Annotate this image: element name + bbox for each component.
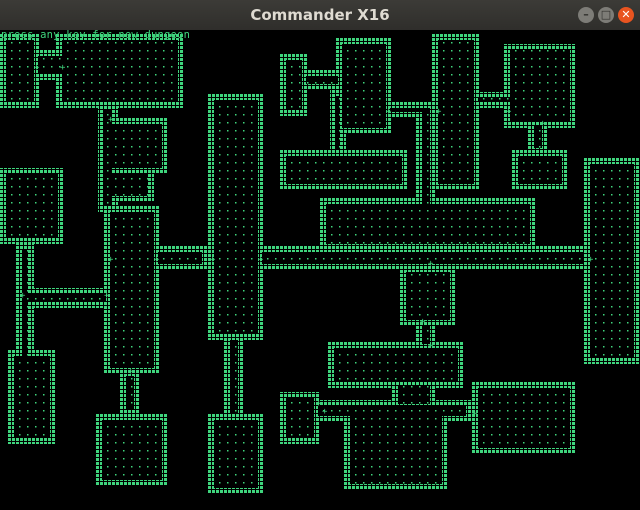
floor-tile [334, 348, 458, 382]
door-tile: + [154, 255, 160, 265]
dungeon-rooms [0, 34, 640, 494]
floor-tile [326, 204, 530, 244]
door-tile: + [60, 63, 66, 73]
status-message: press any key for new dungeon [1, 29, 191, 41]
floor-tile [286, 398, 314, 438]
floor-tile [390, 108, 426, 112]
floor-tile [22, 294, 106, 302]
door-tile: + [428, 341, 434, 351]
door-tile: + [386, 107, 392, 117]
door-tile: + [540, 119, 546, 129]
door-tile: + [588, 255, 594, 265]
door-tile: + [20, 291, 26, 301]
door-tile: + [258, 255, 264, 265]
floor-tile [306, 76, 338, 84]
floor-tile [590, 164, 634, 358]
floor-tile [102, 420, 162, 480]
floor-tile [126, 376, 134, 410]
minimize-icon[interactable]: – [578, 7, 594, 23]
door-tile: + [420, 317, 426, 327]
floor-tile [518, 156, 562, 184]
floor-tile [110, 212, 154, 368]
floor-tile [104, 124, 162, 168]
floor-tile [14, 356, 50, 438]
door-tile: + [436, 107, 442, 117]
floor-tile [214, 100, 258, 334]
door-tile: + [210, 255, 216, 265]
floor-tile [534, 126, 542, 148]
window-title: Commander X16 [250, 6, 390, 24]
window-titlebar[interactable]: Commander X16 – □ ✕ [0, 0, 640, 30]
floor-tile [406, 272, 450, 320]
floor-tile [22, 250, 28, 364]
floor-tile [510, 50, 570, 122]
floor-tile [342, 44, 386, 128]
floor-tile [398, 386, 430, 404]
floor-tile [230, 340, 238, 414]
door-tile: + [322, 407, 328, 417]
door-tile: + [428, 259, 434, 269]
emulator-screen[interactable]: + + + + + + + + + + + + + + + + + + + + + press any key for … [0, 29, 640, 510]
floor-tile [350, 412, 442, 484]
door-tile: + [506, 107, 512, 117]
door-tile: + [34, 63, 40, 73]
floor-tile [336, 96, 340, 150]
door-tile: + [108, 255, 114, 265]
floor-tile [6, 40, 34, 102]
door-tile: + [108, 115, 114, 125]
floor-tile [286, 60, 302, 110]
dungeon-map: + +++ + + ++++ + +++ +++++ ++ [0, 34, 640, 494]
floor-tile [214, 420, 258, 488]
floor-tile [6, 174, 58, 238]
door-tile: + [472, 409, 478, 419]
door-tile: + [128, 367, 134, 377]
floor-tile [38, 56, 62, 74]
maximize-icon[interactable]: □ [598, 7, 614, 23]
floor-tile [478, 388, 570, 448]
floor-tile [286, 156, 402, 184]
door-tile: + [104, 291, 110, 301]
floor-tile [262, 252, 584, 264]
floor-tile [110, 174, 148, 196]
floor-tile [158, 252, 202, 264]
floor-tile [438, 40, 474, 184]
floor-tile [62, 40, 178, 102]
close-icon[interactable]: ✕ [618, 7, 634, 23]
